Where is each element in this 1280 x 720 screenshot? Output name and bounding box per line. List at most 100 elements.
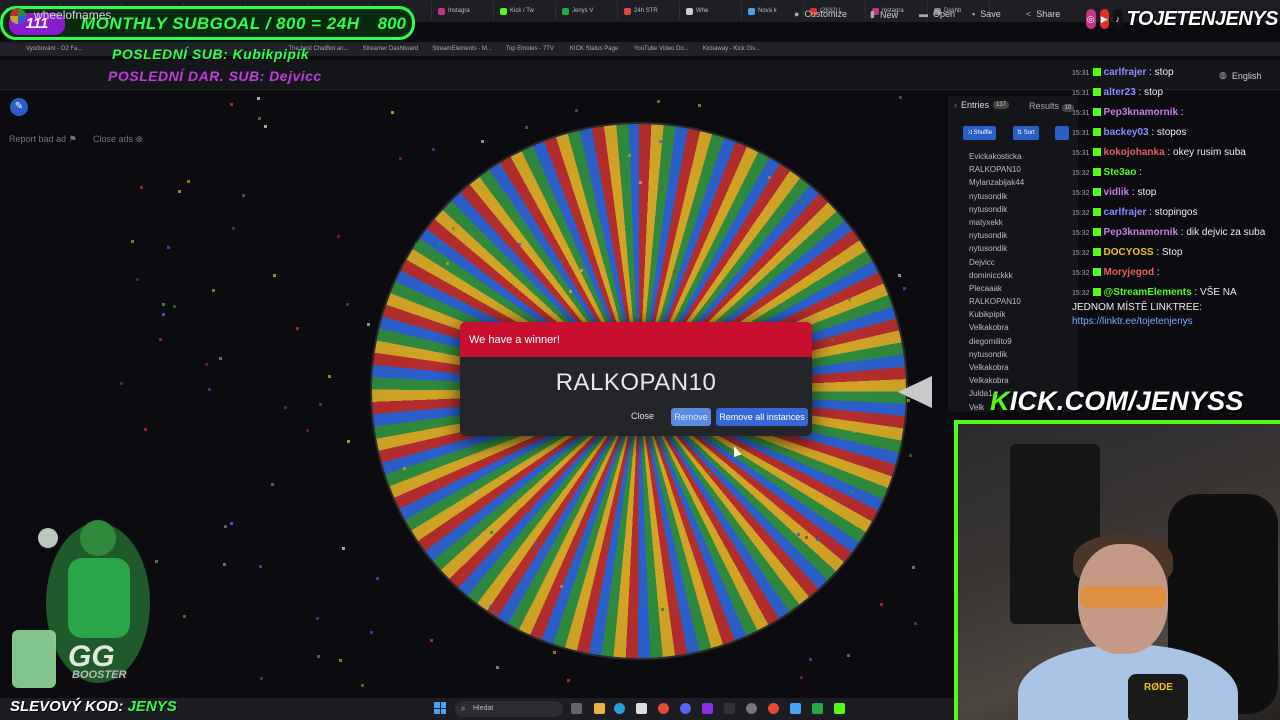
chat-username[interactable]: Pep3knamornik xyxy=(1104,107,1178,118)
confetti-piece xyxy=(259,564,263,568)
task-view-icon[interactable] xyxy=(571,703,582,714)
browser-tab[interactable]: 24h STR xyxy=(618,2,680,20)
terminal-icon[interactable] xyxy=(724,703,735,714)
entry-item: nytusondik xyxy=(969,204,1008,214)
chat-username[interactable]: Ste3ao xyxy=(1104,167,1137,178)
confetti-piece xyxy=(608,179,612,183)
chrome-2-icon[interactable] xyxy=(768,703,779,714)
entries-tab[interactable]: › Entries 137 xyxy=(954,100,1010,110)
browser-tab[interactable]: Instagra xyxy=(432,2,494,20)
confetti-piece xyxy=(560,259,564,263)
chat-username[interactable]: alter23 xyxy=(1104,87,1136,98)
tab-favicon-icon xyxy=(624,7,631,15)
collapse-icon[interactable]: › xyxy=(954,100,957,110)
customize-button[interactable]: ● Customize xyxy=(794,9,847,19)
obs-icon[interactable] xyxy=(746,703,757,714)
shuffle-label: Shuffle xyxy=(973,130,993,136)
bookmark-item[interactable]: StreamElements - M... xyxy=(432,46,492,52)
new-button[interactable]: ▮ New xyxy=(870,9,898,20)
confetti-piece xyxy=(656,99,660,103)
kick-badge-icon xyxy=(1092,88,1101,96)
confetti-piece xyxy=(431,148,435,152)
confetti-piece xyxy=(272,274,276,278)
confetti-piece xyxy=(229,102,233,106)
chat-username[interactable]: @StreamElements xyxy=(1104,287,1192,298)
share-button[interactable]: < Share xyxy=(1026,9,1060,19)
chat-username[interactable]: carlfrajer xyxy=(1104,207,1147,218)
excel-icon[interactable] xyxy=(812,703,823,714)
confetti-piece xyxy=(361,684,365,688)
entry-item: nytusondik xyxy=(969,349,1008,359)
chat-username[interactable]: Pep3knamornik xyxy=(1104,227,1178,238)
chat-link[interactable]: https://linktr.ee/tojetenjenys xyxy=(1072,316,1193,327)
flag-icon: ⚑ xyxy=(68,134,77,144)
chat-username[interactable]: backey03 xyxy=(1104,127,1149,138)
confetti-piece xyxy=(804,535,808,539)
open-button[interactable]: ▬ Open xyxy=(919,9,955,19)
confetti-piece xyxy=(140,186,143,190)
chrome-icon[interactable] xyxy=(658,703,669,714)
report-ad-link[interactable]: Report bad ad ⚑ xyxy=(9,134,77,145)
browser-tab-label: Jenys V xyxy=(572,8,594,14)
chat-timestamp: 15:31 xyxy=(1072,130,1090,137)
close-button[interactable]: Close xyxy=(631,411,654,421)
sort-button[interactable]: ⇅ Sort xyxy=(1013,126,1039,140)
subgoal-target: 800 xyxy=(377,14,406,33)
bookmark-item[interactable]: Streamer Dashboard xyxy=(363,46,419,52)
bookmark-item[interactable]: YouTube Video Do... xyxy=(634,46,689,52)
kick-icon[interactable] xyxy=(834,703,845,714)
edge-icon[interactable] xyxy=(614,703,625,714)
bookmark-item[interactable]: Vyúčtování - O2 Fa... xyxy=(26,46,82,52)
chat-username[interactable]: DOCYOSS xyxy=(1104,247,1154,258)
image-button[interactable] xyxy=(1055,126,1069,140)
confetti-piece xyxy=(296,327,300,331)
confetti-piece xyxy=(707,472,711,476)
browser-tab[interactable]: Whe xyxy=(680,2,742,20)
chat-text: : xyxy=(1178,107,1184,118)
confetti-piece xyxy=(370,630,374,634)
entry-item: Velkakobra xyxy=(969,363,1009,372)
remove-all-instances-button[interactable]: Remove all instances xyxy=(716,408,808,426)
confetti-piece xyxy=(672,269,676,273)
taskbar-search-input[interactable]: ⌕ Hledat xyxy=(455,701,563,717)
windows-start-icon[interactable] xyxy=(434,702,446,714)
kick-url: ICK.COM/JENYSS xyxy=(1009,386,1244,416)
bookmark-item[interactable]: KICK Status Page xyxy=(570,46,620,52)
confetti-piece xyxy=(797,533,801,537)
socials-overlay: ◎ ▶ ♪ TOJETENJENYS xyxy=(1086,4,1279,34)
confetti-piece xyxy=(906,398,910,402)
kick-logo-letter: K xyxy=(990,386,1010,416)
save-button[interactable]: ▪ Save xyxy=(972,9,1001,19)
results-tab[interactable]: Results 10 xyxy=(1029,101,1075,112)
confetti-piece xyxy=(212,288,216,292)
store-icon[interactable] xyxy=(636,703,647,714)
entry-item: RALKOPAN10 xyxy=(969,297,1021,307)
bookmark-item[interactable]: Top Emotes - 7TV xyxy=(506,46,556,52)
app-name[interactable]: wheelofnames xyxy=(34,8,111,22)
confetti-piece xyxy=(398,156,402,160)
remove-button[interactable]: Remove xyxy=(671,408,711,426)
browser-tab[interactable]: Kick / Tw xyxy=(494,2,556,20)
chat-username[interactable]: vidlik xyxy=(1104,187,1130,198)
confetti-piece xyxy=(768,175,772,179)
confetti-piece xyxy=(219,357,223,361)
confetti-piece xyxy=(517,242,521,246)
confetti-piece xyxy=(338,659,342,663)
edit-icon[interactable]: ✎ xyxy=(10,98,28,116)
bookmark-item[interactable]: Kickaway - Kick Giv... xyxy=(703,46,760,52)
entries-list[interactable]: Evickakosticka RALKOPAN10 Mylanzabijak44 ny… xyxy=(969,150,1049,414)
notepad-icon[interactable] xyxy=(790,703,801,714)
entries-tab-label: Entries xyxy=(961,100,990,110)
discord-icon[interactable] xyxy=(680,703,691,714)
close-ads-link[interactable]: Close ads ⊗ xyxy=(93,134,143,145)
confetti-piece xyxy=(628,153,632,157)
app-icon[interactable] xyxy=(702,703,713,714)
chat-username[interactable]: carlfrajer xyxy=(1104,67,1147,78)
file-explorer-icon[interactable] xyxy=(594,703,605,714)
chat-username[interactable]: kokojohanka xyxy=(1104,147,1165,158)
confetti-piece xyxy=(452,226,456,230)
wheel-logo-icon[interactable] xyxy=(10,8,26,24)
chat-username[interactable]: Moryjegod xyxy=(1104,267,1155,278)
browser-tab[interactable]: Jenys V xyxy=(556,2,618,20)
shuffle-button[interactable]: ⤨ Shuffle xyxy=(963,126,997,140)
